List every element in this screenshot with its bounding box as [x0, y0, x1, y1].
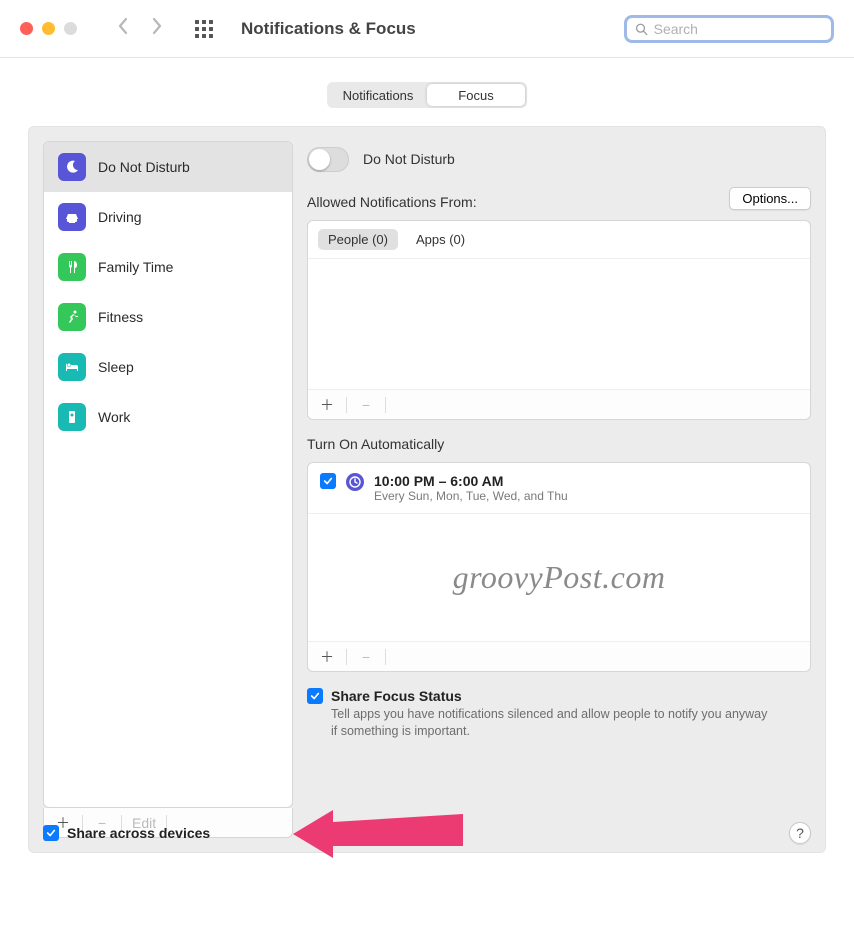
allowed-header-row: Allowed Notifications From: Options... [307, 187, 811, 210]
bed-icon [58, 353, 86, 381]
bottom-bar: Share across devices ? [43, 822, 811, 844]
sidebar-item-label: Sleep [98, 359, 134, 375]
sidebar-item-label: Work [98, 409, 130, 425]
remove-schedule-button[interactable]: − [357, 649, 375, 665]
share-across-label: Share across devices [67, 825, 210, 841]
sidebar-item-label: Do Not Disturb [98, 159, 190, 175]
run-icon [58, 303, 86, 331]
watermark: groovyPost.com [308, 514, 810, 641]
zoom-button[interactable] [64, 22, 77, 35]
tab-people[interactable]: People (0) [318, 229, 398, 250]
allowed-footer: ＋ − [308, 389, 810, 419]
window-title: Notifications & Focus [241, 19, 416, 39]
back-button[interactable] [117, 17, 129, 40]
detail-pane: Do Not Disturb Allowed Notifications Fro… [307, 141, 811, 838]
share-status: Share Focus Status Tell apps you have no… [307, 688, 811, 740]
options-button[interactable]: Options... [729, 187, 811, 210]
forward-button[interactable] [151, 17, 163, 40]
auto-label: Turn On Automatically [307, 436, 811, 452]
schedule-text: 10:00 PM – 6:00 AM Every Sun, Mon, Tue, … [374, 473, 568, 503]
main-panels: Do Not Disturb Driving Family Time Fitness S… [28, 126, 826, 853]
nav-arrows [117, 17, 163, 40]
sidebar-item-label: Family Time [98, 259, 173, 275]
allowed-tabs: People (0) Apps (0) [308, 221, 810, 259]
share-status-desc: Tell apps you have notifications silence… [331, 706, 771, 740]
remove-allowed-button[interactable]: − [357, 397, 375, 413]
minimize-button[interactable] [42, 22, 55, 35]
share-status-checkbox[interactable] [307, 688, 323, 704]
allowed-notifications-box: People (0) Apps (0) ＋ − [307, 220, 811, 420]
divider [346, 649, 347, 665]
auto-footer: ＋ − [308, 641, 810, 671]
share-across-row: Share across devices [43, 825, 210, 841]
help-button[interactable]: ? [789, 822, 811, 844]
divider [385, 397, 386, 413]
focus-title: Do Not Disturb [363, 151, 455, 167]
allowed-label: Allowed Notifications From: [307, 194, 477, 210]
auto-box: 10:00 PM – 6:00 AM Every Sun, Mon, Tue, … [307, 462, 811, 672]
toolbar: Notifications & Focus [0, 0, 854, 58]
window-controls [20, 22, 77, 35]
search-field[interactable] [624, 15, 834, 43]
clock-icon [346, 473, 364, 491]
focus-header: Do Not Disturb [307, 141, 811, 177]
show-all-icon[interactable] [195, 20, 213, 38]
schedule-row[interactable]: 10:00 PM – 6:00 AM Every Sun, Mon, Tue, … [308, 463, 810, 514]
car-icon [58, 203, 86, 231]
tab-notifications[interactable]: Notifications [329, 84, 427, 106]
sidebar-item-label: Driving [98, 209, 142, 225]
tab-focus[interactable]: Focus [427, 84, 525, 106]
sidebar-item-fitness[interactable]: Fitness [44, 292, 292, 342]
focus-toggle[interactable] [307, 147, 349, 172]
fork-icon [58, 253, 86, 281]
moon-icon [58, 153, 86, 181]
divider [346, 397, 347, 413]
badge-icon [58, 403, 86, 431]
sidebar-item-sleep[interactable]: Sleep [44, 342, 292, 392]
add-schedule-button[interactable]: ＋ [318, 647, 336, 667]
search-icon [635, 22, 648, 36]
allowed-list [308, 259, 810, 389]
sidebar-item-work[interactable]: Work [44, 392, 292, 442]
search-input[interactable] [654, 21, 823, 37]
close-button[interactable] [20, 22, 33, 35]
share-status-label: Share Focus Status [331, 688, 462, 704]
sidebar-item-do-not-disturb[interactable]: Do Not Disturb [44, 142, 292, 192]
sidebar-item-driving[interactable]: Driving [44, 192, 292, 242]
sidebar-item-label: Fitness [98, 309, 143, 325]
tab-apps[interactable]: Apps (0) [406, 229, 475, 250]
segmented-control: Notifications Focus [327, 82, 527, 108]
schedule-time: 10:00 PM – 6:00 AM [374, 473, 568, 489]
schedule-checkbox[interactable] [320, 473, 336, 489]
schedule-days: Every Sun, Mon, Tue, Wed, and Thu [374, 489, 568, 503]
focus-list: Do Not Disturb Driving Family Time Fitness S… [43, 141, 293, 808]
focus-sidebar: Do Not Disturb Driving Family Time Fitness S… [43, 141, 293, 838]
divider [385, 649, 386, 665]
add-allowed-button[interactable]: ＋ [318, 395, 336, 415]
sidebar-item-family-time[interactable]: Family Time [44, 242, 292, 292]
share-across-checkbox[interactable] [43, 825, 59, 841]
